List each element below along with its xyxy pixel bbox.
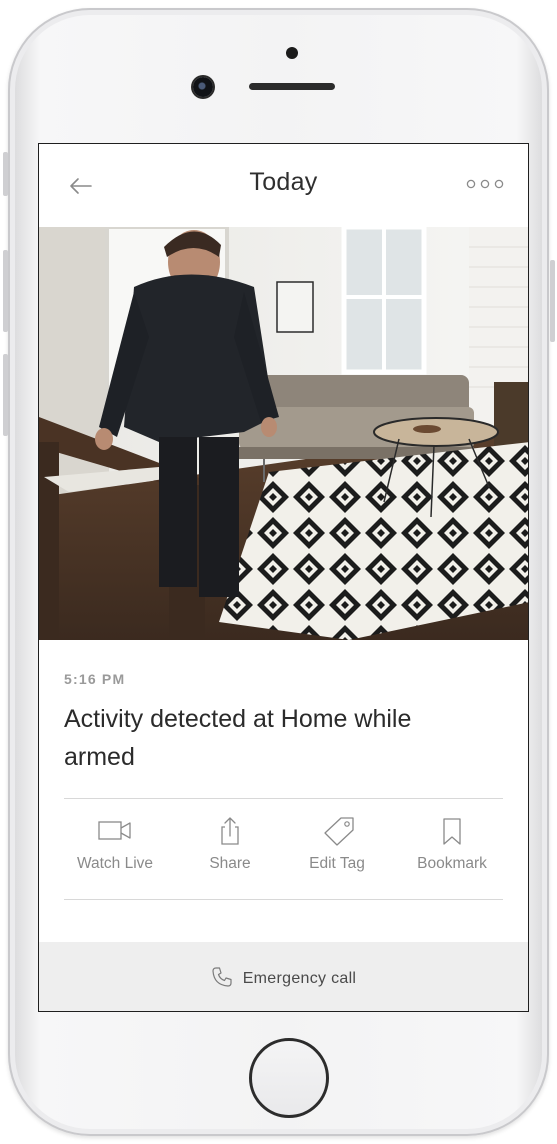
tag-icon	[324, 817, 354, 846]
bookmark-label: Bookmark	[417, 855, 487, 872]
app-header: Today	[39, 144, 528, 227]
watch-live-button[interactable]: Watch Live	[60, 816, 170, 880]
proximity-sensor	[286, 47, 298, 59]
bookmark-button[interactable]: Bookmark	[397, 816, 507, 880]
page-title: Today	[249, 168, 318, 196]
app-screen: Today 5:16 PM Activity detected at Home …	[38, 143, 529, 1012]
home-button[interactable]	[249, 1038, 329, 1118]
earpiece-speaker	[249, 83, 335, 90]
event-title: Activity detected at Home while armed	[64, 705, 412, 771]
front-camera	[193, 77, 213, 97]
event-snapshot-image[interactable]	[39, 227, 528, 640]
emergency-call-label: Emergency call	[242, 970, 357, 987]
emergency-call-button[interactable]: Emergency call	[39, 942, 528, 1011]
more-horizontal-icon	[466, 179, 504, 189]
volume-up-button[interactable]	[3, 250, 8, 332]
watch-live-label: Watch Live	[76, 855, 154, 872]
divider	[64, 798, 503, 799]
power-button[interactable]	[550, 260, 555, 342]
action-bar: Watch Live Share Edit Tag Bookmark	[57, 816, 512, 880]
edit-tag-button[interactable]: Edit Tag	[282, 816, 392, 880]
divider	[64, 899, 503, 900]
emergency-call-content: Emergency call	[39, 966, 528, 988]
share-icon	[221, 817, 239, 845]
share-button[interactable]: Share	[175, 816, 285, 880]
edit-tag-label: Edit Tag	[309, 855, 365, 872]
stage: Today 5:16 PM Activity detected at Home …	[0, 0, 557, 1144]
event-snapshot-illustration	[39, 227, 528, 640]
event-timestamp: 5:16 PM	[64, 671, 126, 687]
video-camera-icon	[98, 821, 131, 840]
more-options-button[interactable]	[466, 177, 504, 191]
bookmark-icon	[443, 818, 461, 845]
phone-icon	[212, 967, 232, 987]
volume-down-button[interactable]	[3, 354, 8, 436]
mute-switch[interactable]	[3, 152, 8, 196]
share-label: Share	[209, 855, 251, 872]
